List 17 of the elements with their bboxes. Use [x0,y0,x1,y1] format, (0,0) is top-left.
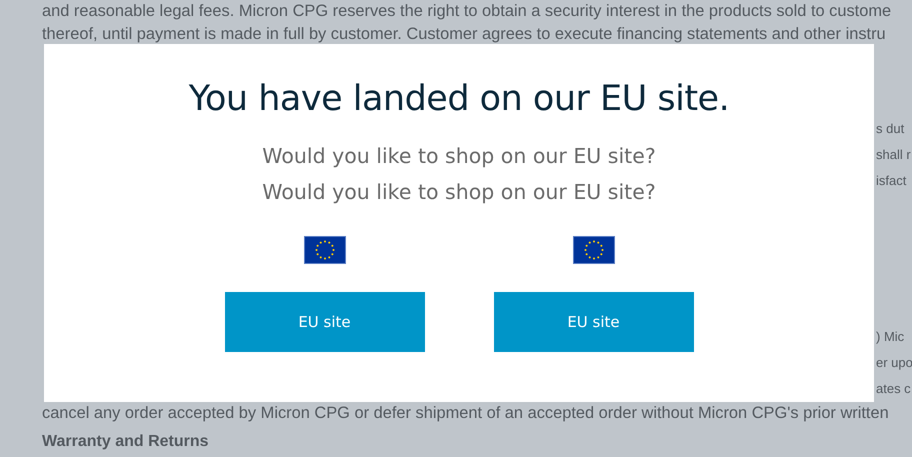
paragraph-line: thereof, until payment is made in full by customer. Customer agrees to execute financing statements and other instru [42,24,887,45]
cut-text: s dut [876,121,904,136]
eu-flag-icon [304,236,346,264]
dialog-title: You have landed on our EU site. [188,78,730,121]
cut-text: er upo [876,355,912,370]
eu-site-button[interactable]: EU site [224,292,424,352]
eu-site-button[interactable]: EU site [494,292,694,352]
paragraph-line: and reasonable legal fees. Micron CPG reserves the right to obtain a security interest in the products sold to custome [42,1,892,22]
cut-text: isfact [876,173,906,188]
dialog-message: Would you like to shop on our EU site? [262,179,656,206]
cut-text: shall r [876,147,911,162]
cut-text: ) Mic [876,329,904,344]
eu-flag-icon [572,236,614,264]
section-heading: Warranty and Returns [42,433,210,451]
dialog-message: Would you like to shop on our EU site? [262,143,656,170]
cut-text: ates c [876,381,911,396]
paragraph-line: cancel any order accepted by Micron CPG or defer shipment of an accepted order without Micron CPG's prior written [42,403,890,424]
